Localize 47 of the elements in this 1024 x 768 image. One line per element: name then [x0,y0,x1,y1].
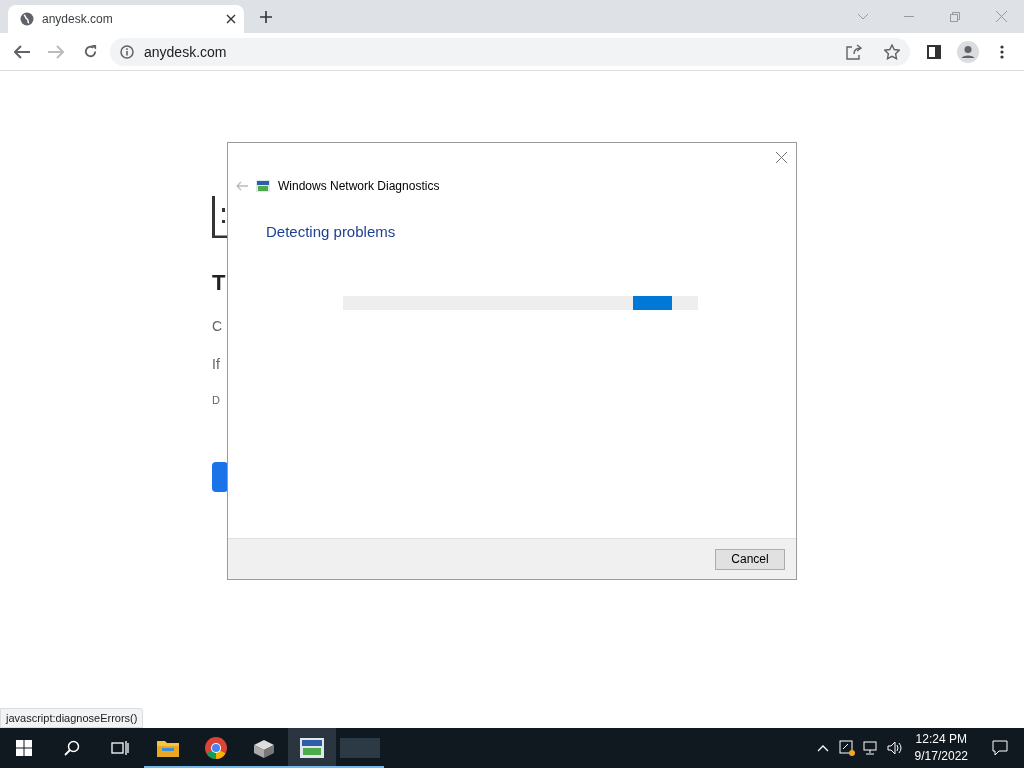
close-icon[interactable] [226,14,236,24]
folder-icon [157,739,179,757]
error-page-icon [212,196,228,238]
more-vertical-icon [1000,44,1004,59]
speaker-icon [886,741,903,755]
globe-icon [20,12,34,26]
network-icon [862,741,879,755]
message-icon [992,740,1008,756]
network-diagnostics-icon [300,738,324,758]
back-arrow-icon [14,44,30,59]
reload-icon [82,44,98,59]
dialog-title: Windows Network Diagnostics [278,179,440,193]
taskbar-app[interactable] [288,728,336,768]
minimize-icon [904,16,914,17]
info-icon [120,44,134,59]
page-text-fragment: D [212,394,221,406]
search-icon [64,740,80,756]
windows-icon [16,740,32,756]
side-panel-icon [927,44,941,59]
app-icon [340,738,380,758]
person-icon [957,40,979,63]
browser-tab[interactable]: anydesk.com [8,5,244,33]
chrome-icon [205,737,227,759]
date-text: 9/17/2022 [914,748,968,765]
page-text-fragment: T [212,270,227,296]
share-icon[interactable] [846,43,862,60]
box-icon [252,738,276,758]
clock[interactable]: 12:24 PM 9/17/2022 [906,728,976,768]
chevron-down-icon [857,13,869,20]
status-url: javascript:diagnoseErrors() [0,708,144,728]
cancel-button[interactable]: Cancel [715,548,785,570]
task-view-icon [111,740,129,756]
plus-icon [260,10,272,23]
restore-icon [950,11,960,22]
time-text: 12:24 PM [915,731,967,748]
chevron-up-icon [816,744,829,752]
page-text-fragment: C [212,318,224,334]
dialog-heading: Detecting problems [266,223,397,240]
url-text: anydesk.com [144,43,227,60]
network-warning-icon [838,740,855,756]
page-text-fragment: If [212,356,221,372]
address-bar[interactable]: anydesk.com [110,37,910,66]
network-diagnostics-icon [256,180,270,192]
star-icon[interactable] [884,43,900,60]
tab-title: anydesk.com [42,12,114,26]
close-icon [995,11,1007,22]
forward-arrow-icon [48,44,64,59]
